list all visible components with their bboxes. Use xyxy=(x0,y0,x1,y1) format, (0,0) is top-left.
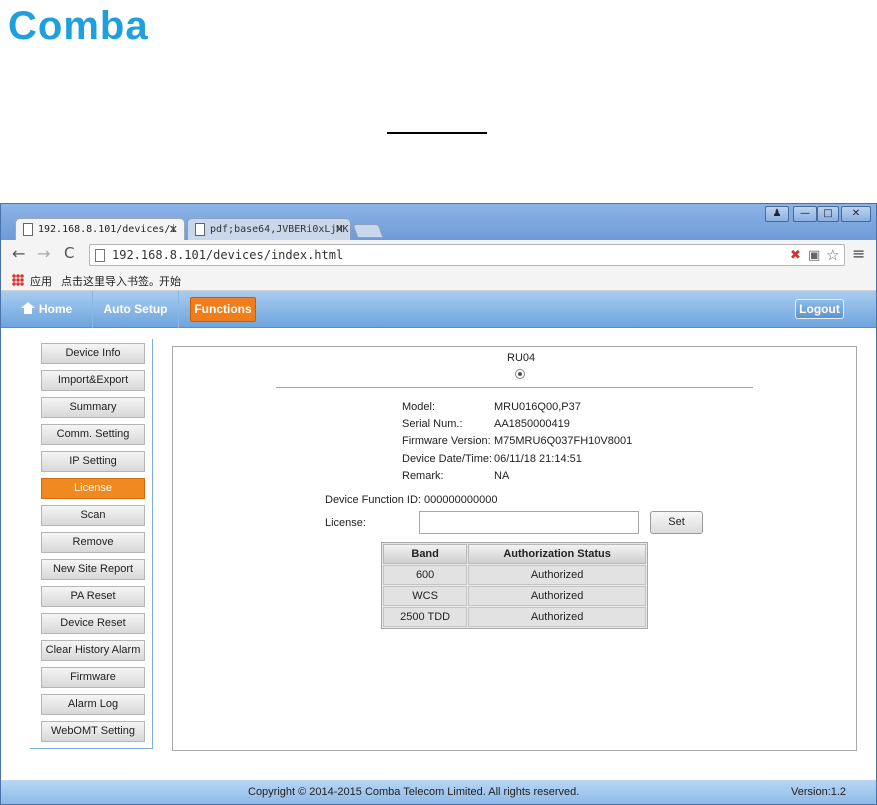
sidebar-item-webomt-setting[interactable]: WebOMT Setting xyxy=(41,721,145,742)
webomt-app: Home Auto Setup Functions Logout Device … xyxy=(1,291,876,804)
sidebar-item-scan[interactable]: Scan xyxy=(41,505,145,526)
sidebar-item-device-info[interactable]: Device Info xyxy=(41,343,145,364)
sidebar-item-new-site-report[interactable]: New Site Report xyxy=(41,559,145,580)
page-icon xyxy=(95,249,105,262)
license-panel: RU04 Model: MRU016Q00,P37 Serial Num.: A… xyxy=(172,346,857,751)
datetime-key: Device Date/Time: xyxy=(402,453,493,465)
column-header-status: Authorization Status xyxy=(468,544,646,564)
serial-value: AA1850000419 xyxy=(494,418,570,430)
url-text: 192.168.8.101/devices/index.html xyxy=(112,248,344,262)
sidebar-item-firmware[interactable]: Firmware xyxy=(41,667,145,688)
bookmarks-bar: 应用 点击这里导入书签。 开始 xyxy=(1,270,876,291)
close-tab-icon[interactable]: ✕ xyxy=(335,223,344,236)
set-button[interactable]: Set xyxy=(650,511,703,534)
nav-auto-setup-label: Auto Setup xyxy=(103,302,168,316)
sidebar-item-clear-history-alarm[interactable]: Clear History Alarm xyxy=(41,640,145,661)
page-icon xyxy=(195,223,205,236)
serial-key: Serial Num.: xyxy=(402,418,463,430)
tab-pdf[interactable]: pdf;base64,JVBERi0xLjMK ✕ xyxy=(187,218,351,240)
table-header-row: Band Authorization Status xyxy=(383,544,646,564)
license-label: License: xyxy=(325,517,366,529)
blocked-popup-icon[interactable]: ✖ xyxy=(790,248,801,263)
column-header-band: Band xyxy=(383,544,468,564)
model-value: MRU016Q00,P37 xyxy=(494,401,581,413)
close-tab-icon[interactable]: ✕ xyxy=(169,223,178,236)
license-input[interactable] xyxy=(419,511,639,534)
firmware-key: Firmware Version: xyxy=(402,435,491,447)
bookmark-start[interactable]: 开始 xyxy=(159,273,181,289)
device-function-id: Device Function ID: 000000000000 xyxy=(325,494,498,506)
table-row: 2500 TDD Authorized xyxy=(383,607,646,627)
apps-grid-icon[interactable] xyxy=(12,274,24,286)
app-navbar: Home Auto Setup Functions Logout xyxy=(1,291,876,328)
firmware-value: M75MRU6Q037FH10V8001 xyxy=(494,435,633,447)
ru-label: RU04 xyxy=(507,352,536,364)
title-underline xyxy=(387,132,487,134)
status-cell: Authorized xyxy=(468,565,646,585)
table-row: 600 Authorized xyxy=(383,565,646,585)
browser-window: 192.168.8.101/devices/i ✕ pdf;base64,JVB… xyxy=(0,203,877,805)
bookmark-star-icon[interactable]: ☆ xyxy=(826,246,839,264)
model-key: Model: xyxy=(402,401,436,413)
band-cell: 2500 TDD xyxy=(383,607,468,627)
user-icon[interactable]: ♟ xyxy=(765,206,789,222)
minimize-button[interactable]: — xyxy=(793,206,817,222)
browser-toolbar: ← → C 192.168.8.101/devices/index.html ✖… xyxy=(1,240,876,270)
nav-functions[interactable]: Functions xyxy=(190,297,256,322)
function-sidebar: Device Info Import&Export Summary Comm. Set… xyxy=(30,339,153,749)
sidebar-item-alarm-log[interactable]: Alarm Log xyxy=(41,694,145,715)
comba-logo: Comba xyxy=(8,4,149,48)
copyright-text: Copyright © 2014-2015 Comba Telecom Limi… xyxy=(248,786,580,798)
datetime-value: 06/11/18 21:14:51 xyxy=(494,453,582,465)
address-bar[interactable]: 192.168.8.101/devices/index.html ✖ ▣ ☆ xyxy=(89,244,845,266)
sidebar-item-summary[interactable]: Summary xyxy=(41,397,145,418)
sidebar-item-ip-setting[interactable]: IP Setting xyxy=(41,451,145,472)
nav-home-label: Home xyxy=(38,302,73,316)
translate-icon[interactable]: ▣ xyxy=(808,248,820,263)
document-page: Comba 192.168.8.101/devices/i ✕ pdf;base… xyxy=(0,0,877,805)
sidebar-item-comm-setting[interactable]: Comm. Setting xyxy=(41,424,145,445)
remark-value: NA xyxy=(494,470,510,482)
app-footer: Copyright © 2014-2015 Comba Telecom Limi… xyxy=(1,780,876,804)
forward-arrow-icon[interactable]: → xyxy=(37,244,50,263)
sidebar-item-device-reset[interactable]: Device Reset xyxy=(41,613,145,634)
nav-auto-setup[interactable]: Auto Setup xyxy=(93,291,179,328)
status-cell: Authorized xyxy=(468,607,646,627)
maximize-button[interactable]: □ xyxy=(817,206,839,222)
remark-key: Remark: xyxy=(402,470,444,482)
sidebar-item-license[interactable]: License xyxy=(41,478,145,499)
logout-button[interactable]: Logout xyxy=(795,299,844,319)
nav-home[interactable]: Home xyxy=(1,291,93,328)
close-window-button[interactable]: ✕ xyxy=(841,206,871,222)
band-cell: 600 xyxy=(383,565,468,585)
status-cell: Authorized xyxy=(468,586,646,606)
bookmark-apps[interactable]: 应用 xyxy=(30,273,52,289)
tab-label: 192.168.8.101/devices/i xyxy=(38,224,177,235)
menu-icon[interactable]: ≡ xyxy=(852,244,865,263)
reload-icon[interactable]: C xyxy=(64,244,74,262)
page-icon xyxy=(23,223,33,236)
home-icon xyxy=(20,302,35,314)
sidebar-item-pa-reset[interactable]: PA Reset xyxy=(41,586,145,607)
table-row: WCS Authorized xyxy=(383,586,646,606)
tab-devices[interactable]: 192.168.8.101/devices/i ✕ xyxy=(15,218,185,240)
tab-label: pdf;base64,JVBERi0xLjMK xyxy=(210,224,349,235)
authorization-table: Band Authorization Status 600 Authorized… xyxy=(381,542,648,629)
browser-titlebar: 192.168.8.101/devices/i ✕ pdf;base64,JVB… xyxy=(1,204,876,240)
divider xyxy=(276,387,753,388)
ru-radio-button[interactable] xyxy=(515,369,525,379)
new-tab-button[interactable] xyxy=(352,224,384,238)
band-cell: WCS xyxy=(383,586,468,606)
sidebar-item-remove[interactable]: Remove xyxy=(41,532,145,553)
sidebar-item-import-export[interactable]: Import&Export xyxy=(41,370,145,391)
bookmark-import[interactable]: 点击这里导入书签。 xyxy=(61,273,160,289)
back-arrow-icon[interactable]: ← xyxy=(12,244,25,263)
version-text: Version:1.2 xyxy=(791,786,847,798)
